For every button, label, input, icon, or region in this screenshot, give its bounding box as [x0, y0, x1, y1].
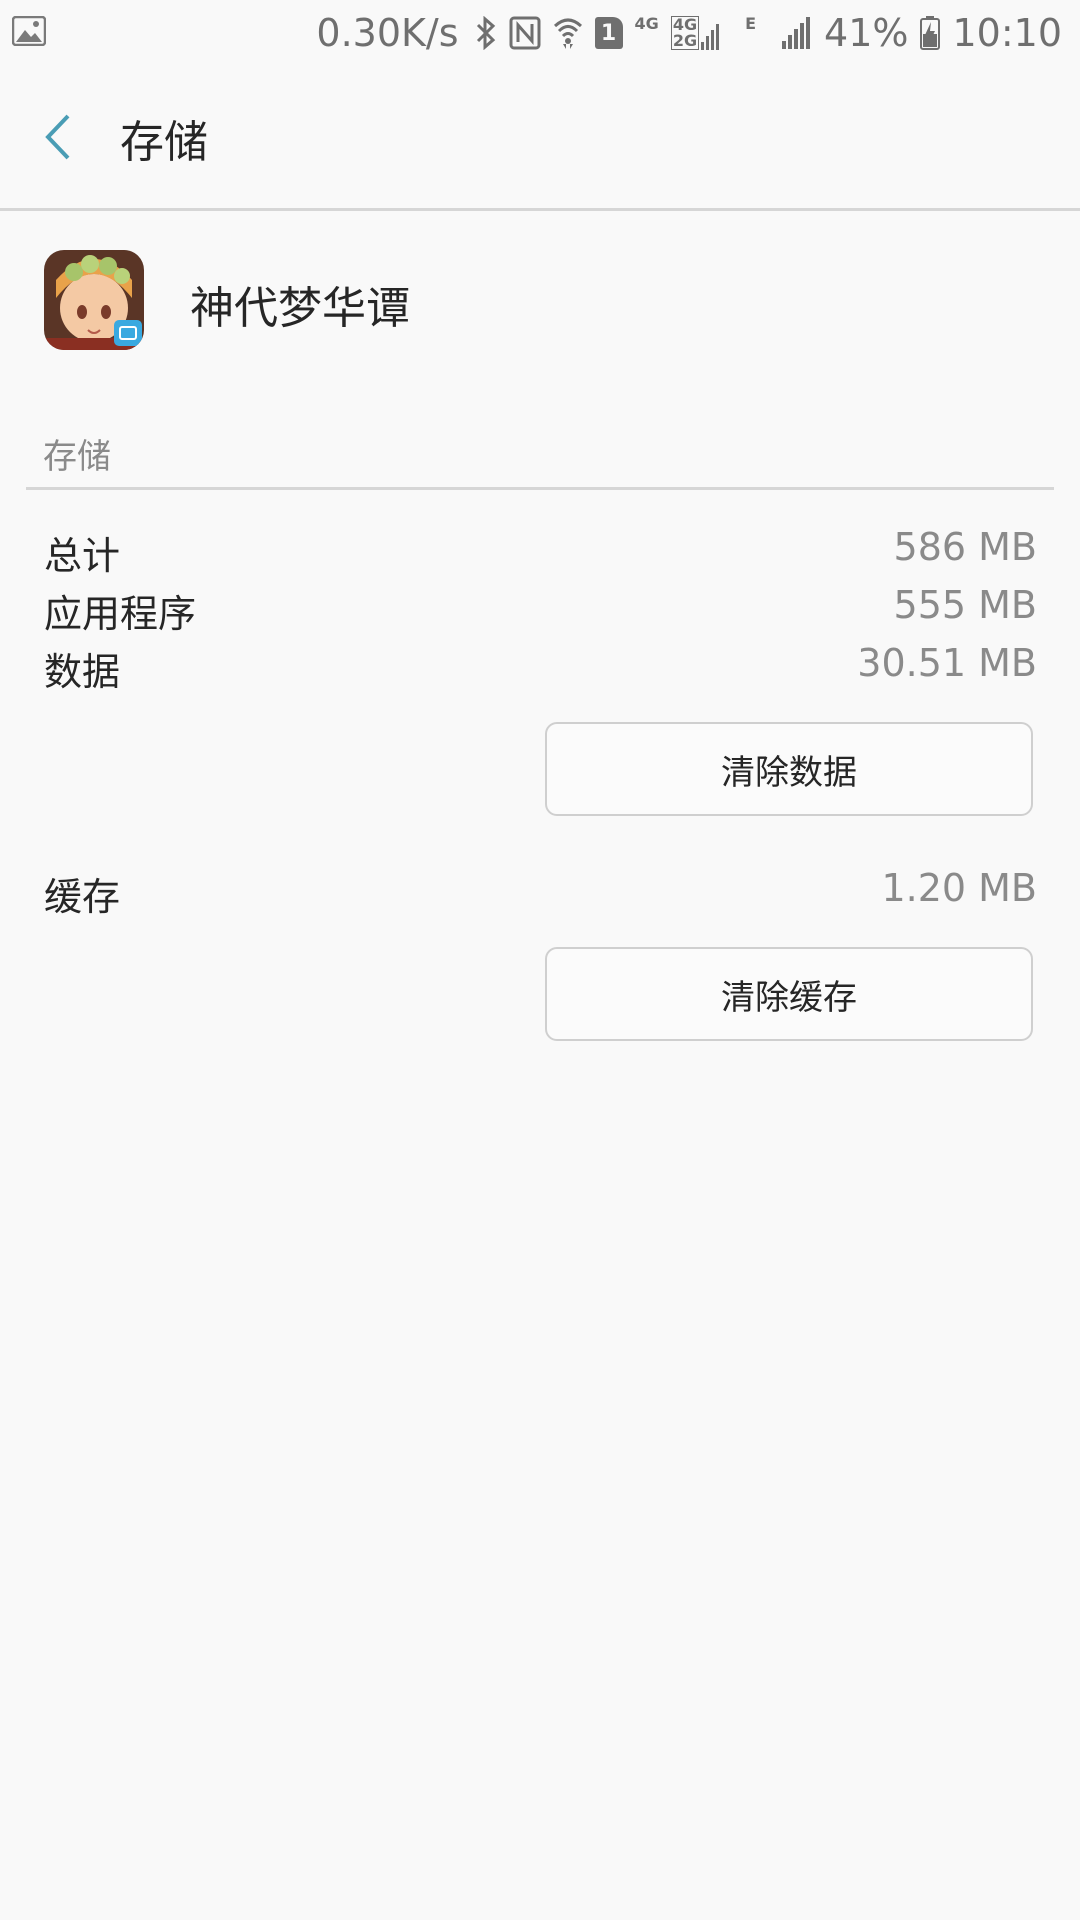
sim-slot-number: 1: [600, 20, 617, 46]
storage-row-value: 30.51 MB: [857, 641, 1037, 685]
bluetooth-icon: [475, 16, 497, 50]
status-indicators: 0.30K/s 1 4G 4G 2G E 41% 10:10: [316, 10, 1062, 56]
signal-4g2g: 4G 2G: [670, 16, 723, 50]
clear-cache-button[interactable]: 清除缓存: [545, 947, 1033, 1041]
network-e: E: [745, 14, 757, 33]
storage-row-data: 数据 30.51 MB: [44, 641, 1037, 697]
storage-section-header: 存储: [26, 425, 1054, 490]
network-4g2g-label: 4G 2G: [670, 16, 700, 50]
app-name: 神代梦华谭: [190, 283, 410, 334]
back-button[interactable]: [34, 106, 90, 168]
app-info-row: 神代梦华谭: [0, 240, 1080, 360]
storage-row-value: 586 MB: [893, 525, 1037, 569]
page-title: 存储: [120, 117, 208, 168]
wifi-icon: [553, 16, 583, 50]
network-speed: 0.30K/s: [316, 11, 459, 55]
section-title: 存储: [43, 437, 111, 477]
battery-icon: [920, 16, 941, 50]
cache-label: 缓存: [44, 875, 121, 919]
storage-row-application: 应用程序 555 MB: [44, 583, 1037, 639]
network-2g-bottom: 2G: [672, 31, 698, 50]
app-icon: [44, 250, 144, 350]
storage-row-label: 数据: [44, 650, 121, 694]
storage-settings-page: 0.30K/s 1 4G 4G 2G E 41% 10:10 存储 神代梦华谭 …: [0, 0, 1080, 1920]
gallery-icon: [11, 15, 47, 47]
clear-data-button[interactable]: 清除数据: [545, 722, 1033, 816]
storage-row-cache: 缓存 1.20 MB: [44, 866, 1037, 922]
storage-row-total: 总计 586 MB: [44, 525, 1037, 581]
cache-value: 1.20 MB: [881, 866, 1037, 910]
clock: 10:10: [952, 11, 1062, 55]
app-bar: 存储: [0, 66, 1080, 211]
network-4g: 4G: [634, 14, 659, 33]
storage-row-label: 应用程序: [44, 592, 197, 636]
status-bar: 0.30K/s 1 4G 4G 2G E 41% 10:10: [0, 0, 1080, 66]
nfc-icon: [509, 16, 541, 50]
storage-row-label: 总计: [44, 534, 121, 578]
signal-strength-icon: [782, 17, 812, 49]
battery-percent: 41%: [824, 11, 909, 55]
storage-row-value: 555 MB: [893, 583, 1037, 627]
sim-card-icon: 1: [594, 17, 623, 49]
chevron-left-icon: [45, 114, 70, 160]
signal-icon: [701, 24, 720, 50]
